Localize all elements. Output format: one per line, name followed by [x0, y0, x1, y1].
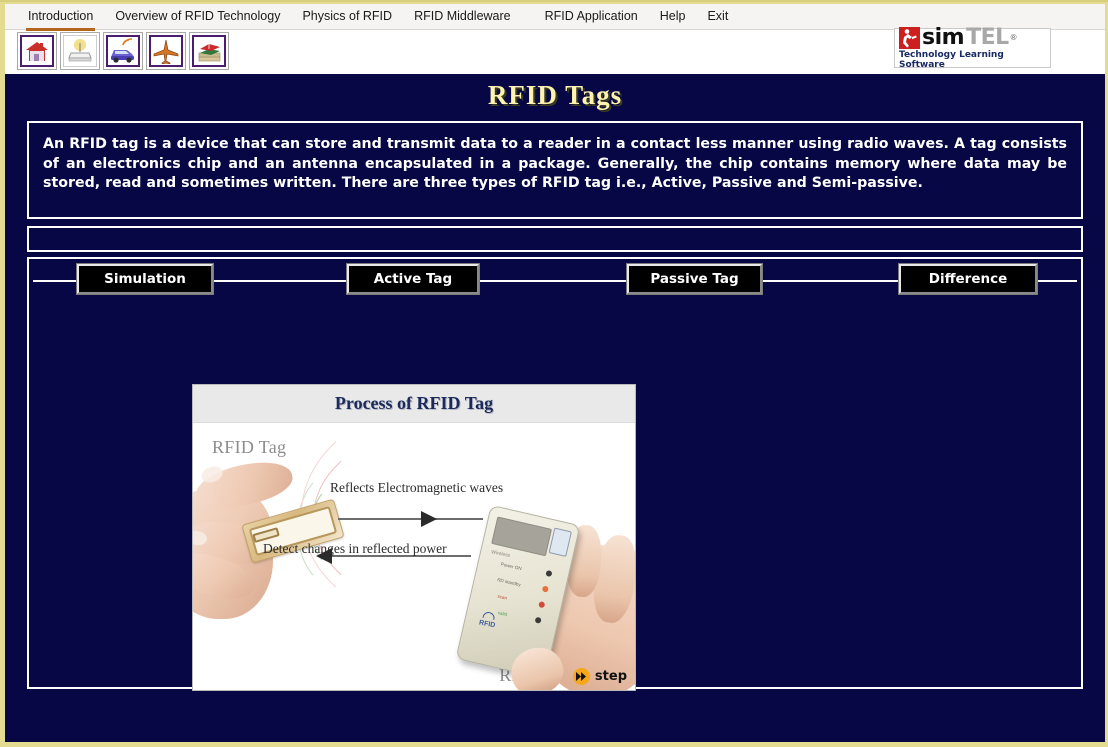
house-icon [20, 35, 54, 67]
card-body: RFID Tag RFID Reader [193, 407, 635, 690]
home-tool-button[interactable] [17, 32, 57, 70]
reader-logo-text: RFID [478, 619, 496, 630]
tab-simulation[interactable]: Simulation [76, 263, 214, 295]
reader-led-indicator [538, 601, 546, 609]
step-button[interactable]: step [572, 668, 627, 685]
reader-port-shape [548, 527, 572, 557]
forward-arrow-line [338, 518, 483, 520]
title-band: RFID Tags [5, 74, 1105, 116]
menu-item-overview-of-rfid-technology[interactable]: Overview of RFID Technology [104, 7, 291, 27]
forward-arrow-head-icon [421, 511, 437, 527]
logo-text-tel: TEL [966, 24, 1009, 50]
tab-passive-tag[interactable]: Passive Tag [626, 263, 763, 295]
logo-wordmark-row: sim TEL ® [899, 24, 1046, 50]
logo-text-sim: sim [922, 24, 965, 50]
simulation-panel: Simulation Active Tag Passive Tag Differ… [27, 257, 1083, 691]
reader-led-indicator [534, 616, 542, 624]
reader-led-indicator [545, 569, 553, 578]
page-title: RFID Tags [487, 79, 623, 110]
menu-item-exit[interactable]: Exit [696, 7, 739, 27]
detect-arrow-label: Detect changes in reflected power [263, 541, 447, 556]
simtel-logo: sim TEL ® Technology Learning Software [894, 24, 1051, 70]
reader-led-indicator [541, 585, 549, 593]
reader-model-text: Wireless [490, 549, 511, 559]
toolbar-button-group [17, 32, 229, 70]
tab-active-tag[interactable]: Active Tag [346, 263, 480, 295]
menu-item-help[interactable]: Help [649, 7, 697, 27]
separator-panel [27, 226, 1083, 252]
description-panel: An RFID tag is a device that can store a… [27, 121, 1083, 219]
library-tool-button[interactable] [189, 32, 229, 70]
reader-wave-icon [482, 611, 496, 621]
airplane-icon [149, 35, 183, 67]
reader-led-label: scan [497, 593, 508, 601]
reader-led-label: RD standby [496, 577, 522, 588]
description-text: An RFID tag is a device that can store a… [43, 136, 1067, 191]
hand-holding-reader-image: Wireless Power ON RD standby scan valid … [455, 504, 635, 690]
step-button-label: step [594, 669, 627, 684]
router-icon [63, 35, 97, 67]
menu-item-rfid-middleware[interactable]: RFID Middleware [403, 7, 522, 27]
tab-bar: Simulation Active Tag Passive Tag Differ… [29, 259, 1081, 303]
application-window: Introduction Overview of RFID Technology… [0, 0, 1108, 747]
aviation-tool-button[interactable] [146, 32, 186, 70]
tab-difference[interactable]: Difference [898, 263, 1038, 295]
content-stage: RFID Tags An RFID tag is a device that c… [5, 74, 1105, 742]
running-person-icon [899, 26, 920, 49]
process-diagram-card: Process of RFID Tag RFID Tag RFID Reader [192, 384, 636, 691]
reader-led-label: valid [497, 610, 508, 618]
vehicle-tool-button[interactable] [103, 32, 143, 70]
reader-led-label: Power ON [500, 561, 523, 572]
menu-item-rfid-application[interactable]: RFID Application [534, 7, 649, 27]
router-tool-button[interactable] [60, 32, 100, 70]
registered-trademark-icon: ® [1010, 32, 1017, 42]
reflect-arrow-label: Reflects Electromagnetic waves [330, 480, 504, 495]
fast-forward-icon [572, 668, 590, 685]
menu-item-introduction[interactable]: Introduction [17, 7, 104, 31]
menu-item-physics-of-rfid[interactable]: Physics of RFID [291, 7, 403, 27]
rfid-tag-label: RFID Tag [212, 437, 287, 457]
logo-tagline: Technology Learning Software [899, 49, 1004, 70]
car-wireless-icon [106, 35, 140, 67]
books-icon [192, 35, 226, 67]
